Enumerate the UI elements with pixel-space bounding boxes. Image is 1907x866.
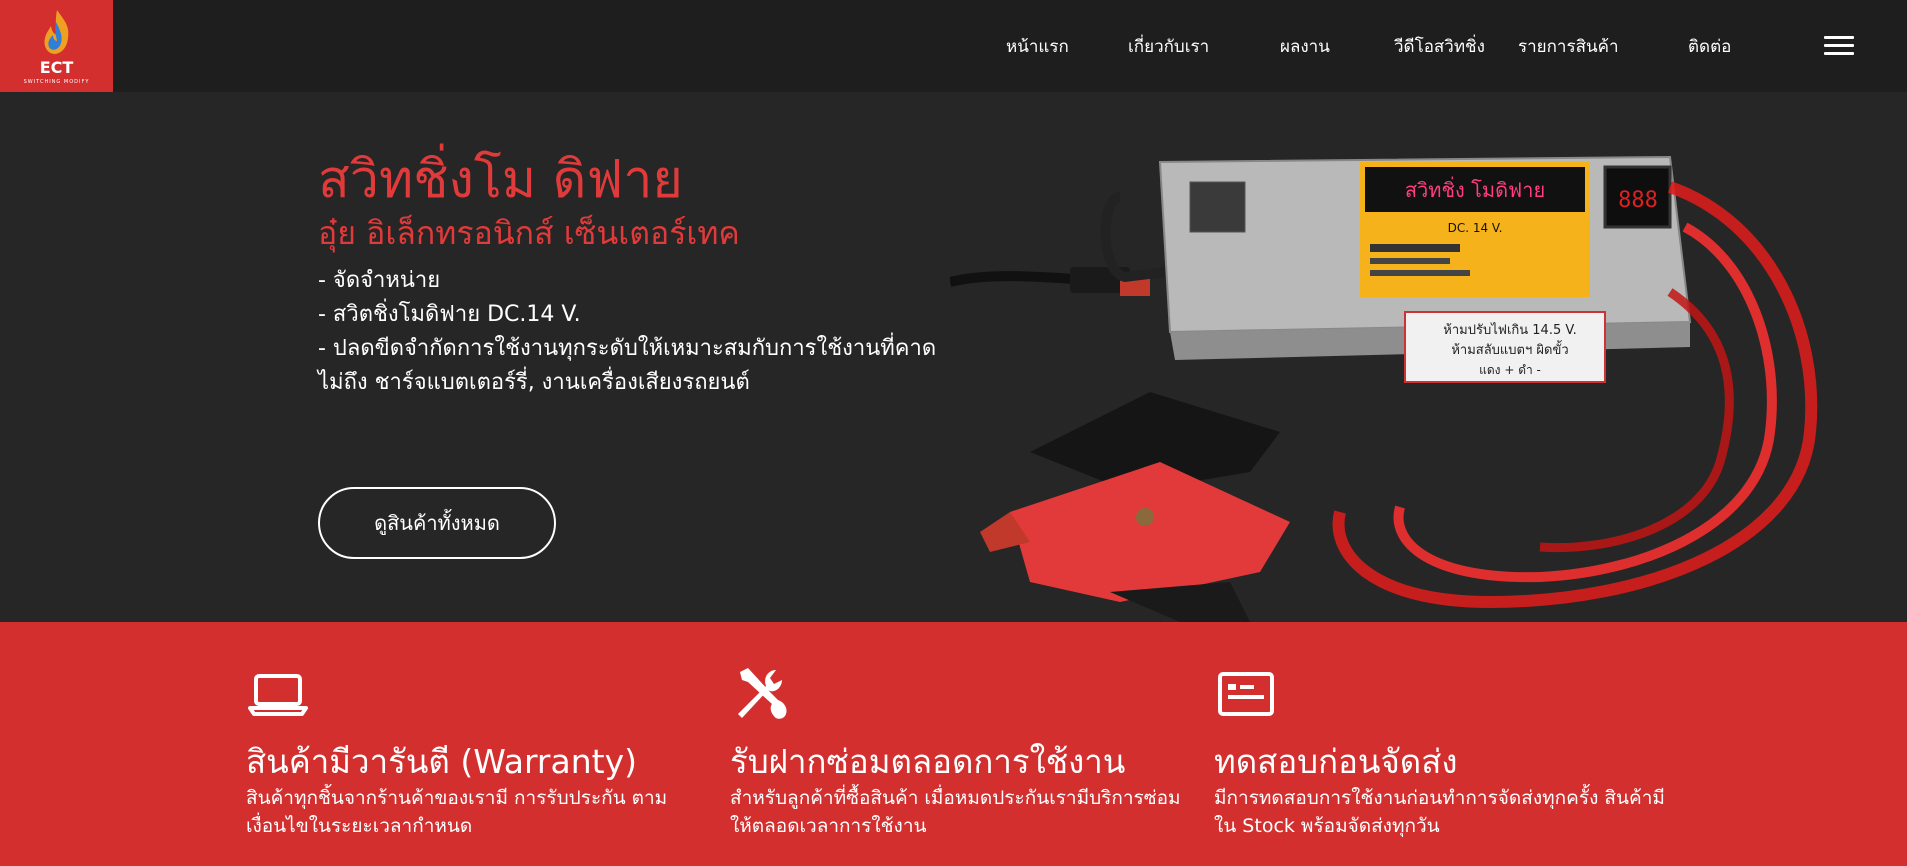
view-all-products-button[interactable]: ดูสินค้าทั้งหมด (318, 487, 556, 559)
nav-item-portfolio[interactable]: ผลงาน (1280, 33, 1330, 60)
feature-description: สินค้าทุกชิ้นจากร้านค้าของเรามี การรับปร… (246, 787, 668, 837)
nav-item-contact[interactable]: ติดต่อ (1688, 33, 1731, 60)
product-label-text: สวิทชิ่ง โมดิฟาย (1405, 176, 1545, 202)
nav-item-products[interactable]: รายการสินค้า (1518, 33, 1619, 60)
warning-sticker-line: ห้ามปรับไฟเกิน 14.5 V. (1443, 322, 1576, 338)
hero-bullet: - ปลดขีดจำกัดการใช้งานทุกระดับให้เหมาะสม… (318, 336, 937, 395)
feature-description: สำหรับลูกค้าที่ซื้อสินค้า เมื่อหมดประกัน… (730, 787, 1181, 837)
tools-icon (738, 668, 787, 719)
feature-title: รับฝากซ่อมตลอดการใช้งาน (730, 742, 1126, 781)
main-nav: หน้าแรก เกี่ยวกับเรา ผลงาน วีดีโอสวิทชิ่… (0, 0, 1907, 92)
hero-bullet: - สวิตชิ่งโมดิฟาย DC.14 V. (318, 302, 581, 327)
nav-item-about[interactable]: เกี่ยวกับเรา (1128, 33, 1209, 60)
hero-section: สวิทชิ่งโม ดิฟาย อุ๋ย อิเล็กทรอนิกส์ เซ็… (0, 92, 1907, 622)
hero-bullet: - จัดจำหน่าย (318, 268, 441, 293)
hero-subtitle: อุ๋ย อิเล็กทรอนิกส์ เซ็นเตอร์เทค (318, 214, 740, 252)
feature-title: สินค้ามีวารันตี (Warranty) (246, 742, 637, 781)
hero-bullet-list: - จัดจำหน่าย - สวิตชิ่งโมดิฟาย DC.14 V. … (318, 264, 958, 400)
nav-item-home[interactable]: หน้าแรก (1006, 33, 1069, 60)
features-strip: สินค้ามีวารันตี (Warranty) สินค้าทุกชิ้น… (0, 622, 1907, 866)
hero-title: สวิทชิ่งโม ดิฟาย (318, 150, 683, 210)
nav-item-videos[interactable]: วีดีโอสวิทชิ่ง (1394, 33, 1485, 60)
id-card-icon (1218, 672, 1274, 716)
hamburger-icon[interactable] (1824, 36, 1854, 56)
power-supply-product-image: สวิทชิ่ง โมดิฟาย DC. 14 V. ห้ามปรับไฟเกิ… (950, 155, 1818, 622)
laptop-icon (248, 674, 308, 716)
feature-title: ทดสอบก่อนจัดส่ง (1214, 742, 1458, 781)
feature-description: มีการทดสอบการใช้งานก่อนทำการจัดส่งทุกครั… (1214, 787, 1665, 837)
warning-sticker-line: แดง + ดำ - (1479, 363, 1541, 377)
top-navbar: ECT SWITCHING MODIFY หน้าแรก เกี่ยวกับเร… (0, 0, 1907, 92)
warning-sticker-line: ห้ามสลับแบตฯ ผิดขั้ว (1451, 340, 1568, 358)
voltmeter-display: 888 (1618, 188, 1658, 213)
product-voltage-text: DC. 14 V. (1448, 221, 1503, 235)
